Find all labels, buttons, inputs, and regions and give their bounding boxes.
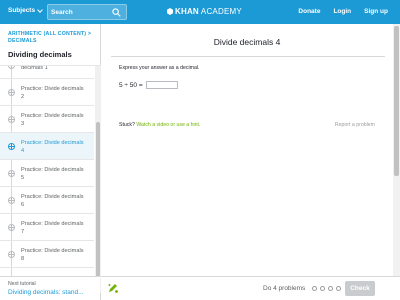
answer-input[interactable]: [145, 81, 178, 89]
exercise-footer: Do 4 problems Check: [101, 276, 400, 300]
subjects-label: Subjects: [8, 7, 36, 14]
report-problem-link[interactable]: Report a problem: [335, 122, 375, 128]
search-box: [47, 4, 127, 20]
exercise-panel: Divide decimals 4 Express your answer as…: [101, 24, 393, 276]
progress-dot: [336, 286, 341, 291]
problem-statement: 5 ÷ 50 =: [119, 81, 178, 89]
skill-node-icon: [8, 251, 15, 258]
sidebar-item-label: Practice: Divide decimals 6: [21, 194, 84, 208]
sidebar-item-label: Practice: Divide decimals 2: [21, 86, 84, 100]
skill-node-icon: [8, 89, 15, 96]
sidebar-item-divide-decimals-6[interactable]: Practice: Divide decimals 6: [0, 187, 94, 214]
sidebar-item-label: decimals 1: [21, 65, 48, 71]
skill-node-icon: [8, 116, 15, 123]
sidebar-item-divide-decimals-2[interactable]: Practice: Divide decimals 2: [0, 79, 94, 106]
sidebar-item-divide-decimals-7[interactable]: Practice: Divide decimals 7: [0, 214, 94, 241]
progress-dot: [312, 286, 317, 291]
header-links: Donate Login Sign up: [298, 8, 388, 15]
logo-academy-text: ACADEMY: [200, 7, 242, 16]
leaf-logo-icon: [167, 8, 173, 15]
skill-node-icon: [8, 170, 15, 177]
top-navbar: Subjects KHANACADEMY Donate Login Sign u…: [0, 0, 400, 24]
title-divider: [111, 56, 385, 57]
sidebar-item-divide-decimals-5[interactable]: Practice: Divide decimals 5: [0, 160, 94, 187]
problem-expression: 5 ÷ 50 =: [119, 81, 143, 89]
sidebar-item-divide-decimals-8[interactable]: Practice: Divide decimals 8: [0, 241, 94, 268]
skill-node-icon: [8, 143, 15, 150]
login-link[interactable]: Login: [333, 8, 351, 15]
skill-node-icon: [8, 224, 15, 231]
sidebar-item-label: Practice: Divide decimals 7: [21, 221, 84, 235]
stuck-label: Stuck?: [119, 122, 135, 128]
sidebar-scrollbar-thumb[interactable]: [96, 122, 100, 293]
sidebar-item-label: Practice: Divide decimals 4: [21, 140, 84, 154]
signup-link[interactable]: Sign up: [364, 8, 388, 15]
progress-dot: [320, 286, 325, 291]
skill-node-icon: [8, 66, 15, 69]
subjects-menu-button[interactable]: Subjects: [8, 6, 43, 14]
scratchpad-pencil-icon[interactable]: [107, 282, 119, 294]
sidebar-item-divide-decimals-1[interactable]: decimals 1: [0, 65, 94, 79]
next-tutorial: Next tutorial Dividing decimals: stand..…: [0, 276, 100, 300]
hint-link[interactable]: Watch a video or use a hint.: [136, 122, 200, 128]
stuck-hint-row: Stuck? Watch a video or use a hint.: [119, 122, 200, 128]
search-icon[interactable]: [112, 8, 121, 17]
main-scrollbar-thumb[interactable]: [394, 26, 399, 176]
donate-link[interactable]: Donate: [298, 8, 320, 15]
next-tutorial-link[interactable]: Dividing decimals: stand...: [8, 289, 96, 296]
sidebar-item-label: Practice: Divide decimals 5: [21, 167, 84, 181]
sidebar-item-label: Practice: Divide decimals 3: [21, 113, 84, 127]
logo-khan-text: KHAN: [175, 7, 199, 16]
progress-text: Do 4 problems: [263, 285, 306, 292]
exercise-title: Divide decimals 4: [213, 37, 281, 47]
tutorial-item-list: decimals 1 Practice: Divide decimals 2 P…: [0, 65, 101, 293]
tutorial-sidebar: ARITHMETIC (ALL CONTENT) > DECIMALS Divi…: [0, 24, 101, 300]
exercise-instruction: Express your answer as a decimal.: [119, 65, 200, 71]
breadcrumb[interactable]: ARITHMETIC (ALL CONTENT) > DECIMALS: [8, 31, 93, 44]
next-tutorial-label: Next tutorial: [8, 281, 36, 287]
main-scrollbar[interactable]: [393, 24, 400, 276]
search-input[interactable]: [51, 5, 111, 19]
khan-academy-logo[interactable]: KHAN ACADEMY: [167, 7, 242, 16]
sidebar-item-label: Practice: Divide decimals 8: [21, 248, 84, 262]
skill-node-icon: [8, 197, 15, 204]
chevron-down-icon: [37, 6, 43, 13]
sidebar-item-divide-decimals-4[interactable]: Practice: Divide decimals 4: [0, 133, 94, 160]
sidebar-item-divide-decimals-3[interactable]: Practice: Divide decimals 3: [0, 106, 94, 133]
progress-dot: [328, 286, 333, 291]
check-button[interactable]: Check: [345, 281, 375, 296]
progress-dots: [312, 286, 341, 291]
tutorial-title: Dividing decimals: [8, 50, 72, 59]
